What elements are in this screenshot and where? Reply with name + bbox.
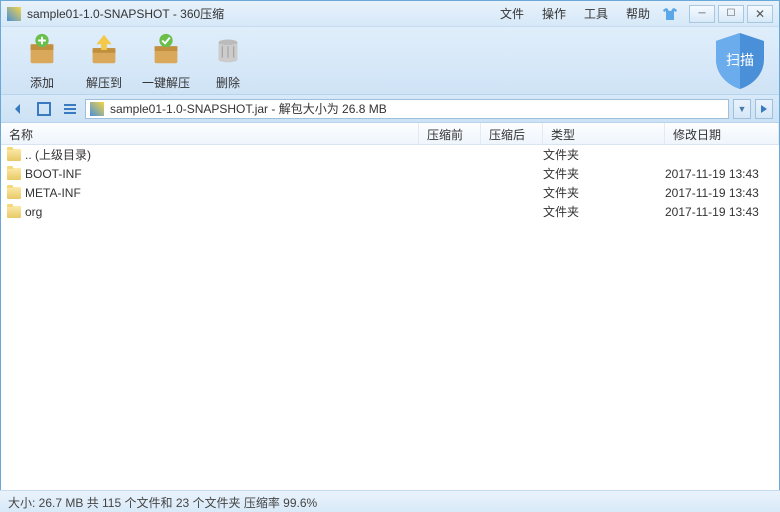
folder-icon xyxy=(7,206,21,218)
menu-file[interactable]: 文件 xyxy=(500,5,524,22)
app-icon xyxy=(7,7,21,21)
col-name[interactable]: 名称 xyxy=(1,123,419,144)
scan-button[interactable]: 扫描 xyxy=(713,31,767,91)
title-bar: sample01-1.0-SNAPSHOT - 360压缩 文件 操作 工具 帮… xyxy=(1,1,779,27)
menu-help[interactable]: 帮助 xyxy=(626,5,650,22)
col-date[interactable]: 修改日期 xyxy=(665,123,779,144)
list-view-button[interactable] xyxy=(59,99,81,119)
path-bar: sample01-1.0-SNAPSHOT.jar - 解包大小为 26.8 M… xyxy=(1,95,779,123)
path-dropdown-button[interactable]: ▼ xyxy=(733,99,751,119)
status-text: 大小: 26.7 MB 共 115 个文件和 23 个文件夹 压缩率 99.6% xyxy=(8,496,317,510)
list-item[interactable]: META-INF 文件夹 2017-11-19 13:43 xyxy=(1,183,779,202)
menu-bar: 文件 操作 工具 帮助 xyxy=(500,5,650,22)
extract-to-button[interactable]: 解压到 xyxy=(73,31,135,91)
folder-icon xyxy=(7,187,21,199)
delete-label: 删除 xyxy=(197,74,259,91)
add-button[interactable]: 添加 xyxy=(11,31,73,91)
status-bar: 大小: 26.7 MB 共 115 个文件和 23 个文件夹 压缩率 99.6% xyxy=(0,490,780,512)
col-type[interactable]: 类型 xyxy=(543,123,665,144)
delete-icon xyxy=(209,31,247,69)
maximize-button[interactable]: ☐ xyxy=(718,5,744,23)
one-click-label: 一键解压 xyxy=(135,74,197,91)
archive-icon xyxy=(90,102,104,116)
window-title: sample01-1.0-SNAPSHOT - 360压缩 xyxy=(27,5,224,22)
toolbar: 添加 解压到 一键解压 删除 扫描 xyxy=(1,27,779,95)
minimize-button[interactable]: ─ xyxy=(689,5,715,23)
back-button[interactable] xyxy=(7,99,29,119)
menu-operate[interactable]: 操作 xyxy=(542,5,566,22)
column-header: 名称 压缩前 压缩后 类型 修改日期 xyxy=(1,123,779,145)
folder-icon xyxy=(7,168,21,180)
list-item[interactable]: org 文件夹 2017-11-19 13:43 xyxy=(1,202,779,221)
extract-to-icon xyxy=(85,31,123,69)
path-text: sample01-1.0-SNAPSHOT.jar - 解包大小为 26.8 M… xyxy=(110,100,387,117)
list-item[interactable]: .. (上级目录) 文件夹 xyxy=(1,145,779,164)
one-click-icon xyxy=(147,31,185,69)
one-click-extract-button[interactable]: 一键解压 xyxy=(135,31,197,91)
file-list: .. (上级目录) 文件夹 BOOT-INF 文件夹 2017-11-19 13… xyxy=(1,145,779,487)
col-after[interactable]: 压缩后 xyxy=(481,123,543,144)
menu-tools[interactable]: 工具 xyxy=(584,5,608,22)
add-icon xyxy=(23,31,61,69)
list-item[interactable]: BOOT-INF 文件夹 2017-11-19 13:43 xyxy=(1,164,779,183)
skin-icon[interactable] xyxy=(662,6,678,22)
path-field[interactable]: sample01-1.0-SNAPSHOT.jar - 解包大小为 26.8 M… xyxy=(85,99,729,119)
path-go-button[interactable] xyxy=(755,99,773,119)
col-before[interactable]: 压缩前 xyxy=(419,123,481,144)
extract-to-label: 解压到 xyxy=(73,74,135,91)
close-button[interactable]: ✕ xyxy=(747,5,773,23)
folder-icon xyxy=(7,149,21,161)
scan-label: 扫描 xyxy=(726,52,754,68)
delete-button[interactable]: 删除 xyxy=(197,31,259,91)
add-label: 添加 xyxy=(11,74,73,91)
icon-view-button[interactable] xyxy=(33,99,55,119)
